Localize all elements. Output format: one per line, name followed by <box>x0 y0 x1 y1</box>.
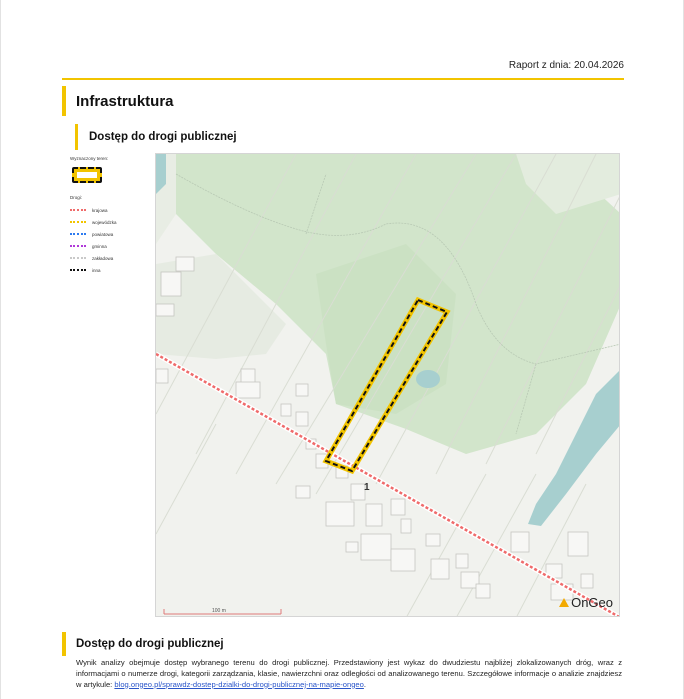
brand-name: OnGeo <box>571 595 613 610</box>
legend-road-swatch <box>70 269 86 271</box>
plot-outline-swatch <box>72 167 102 183</box>
legend-road-swatch <box>70 221 86 223</box>
legend-road-swatch <box>70 245 86 247</box>
description-heading: Dostęp do drogi publicznej <box>62 632 224 656</box>
legend-road-3: gminna <box>70 241 150 251</box>
legend-road-0: krajowa <box>70 205 150 215</box>
description-title: Dostęp do drogi publicznej <box>76 638 224 650</box>
description-accent-bar <box>62 632 66 656</box>
report-date: Raport z dnia: 20.04.2026 <box>508 60 624 71</box>
article-link[interactable]: blog.ongeo.pl/sprawdz-dostep-dzialki-do-… <box>114 680 363 689</box>
legend-road-swatch <box>70 233 86 235</box>
map-canvas[interactable]: 1 100 m <box>156 154 620 617</box>
legend-road-5: inna <box>70 265 150 275</box>
subsection-title: Dostęp do drogi publicznej <box>89 131 237 143</box>
subsection-heading: Dostęp do drogi publicznej <box>75 124 237 150</box>
header-divider <box>62 78 624 80</box>
legend-road-1: wojewódzka <box>70 217 150 227</box>
map-legend: Wyznaczony teren: Drogi: krajowa wojewódz… <box>70 156 150 275</box>
heading-accent-bar <box>62 86 66 116</box>
legend-road-label: powiatowa <box>92 231 114 237</box>
section-heading: Infrastruktura <box>62 86 174 116</box>
scale-label: 100 m <box>212 608 226 614</box>
legend-road-swatch <box>70 209 86 211</box>
legend-road-swatch <box>70 257 86 259</box>
road-number-label: 1 <box>364 482 370 493</box>
legend-road-label: wojewódzka <box>92 219 117 225</box>
subheading-accent-bar <box>75 124 78 150</box>
legend-road-label: inna <box>92 267 101 273</box>
legend-road-label: gminna <box>92 243 107 249</box>
legend-road-4: zakładowa <box>70 253 150 263</box>
legend-road-2: powiatowa <box>70 229 150 239</box>
water-pond <box>416 370 440 388</box>
map-view[interactable]: 1 100 m OnGeo <box>155 153 620 617</box>
section-title: Infrastruktura <box>76 92 174 110</box>
description-text: Wynik analizy obejmuje dostęp wybranego … <box>76 658 622 690</box>
legend-roads-title: Drogi: <box>70 195 83 200</box>
ongeo-logo: OnGeo <box>559 595 613 610</box>
legend-road-label: krajowa <box>92 207 108 213</box>
legend-plot-title: Wyznaczony teren: <box>70 156 109 161</box>
legend-road-label: zakładowa <box>92 255 114 261</box>
description-end: . <box>363 679 367 689</box>
ongeo-logo-icon <box>559 598 570 607</box>
